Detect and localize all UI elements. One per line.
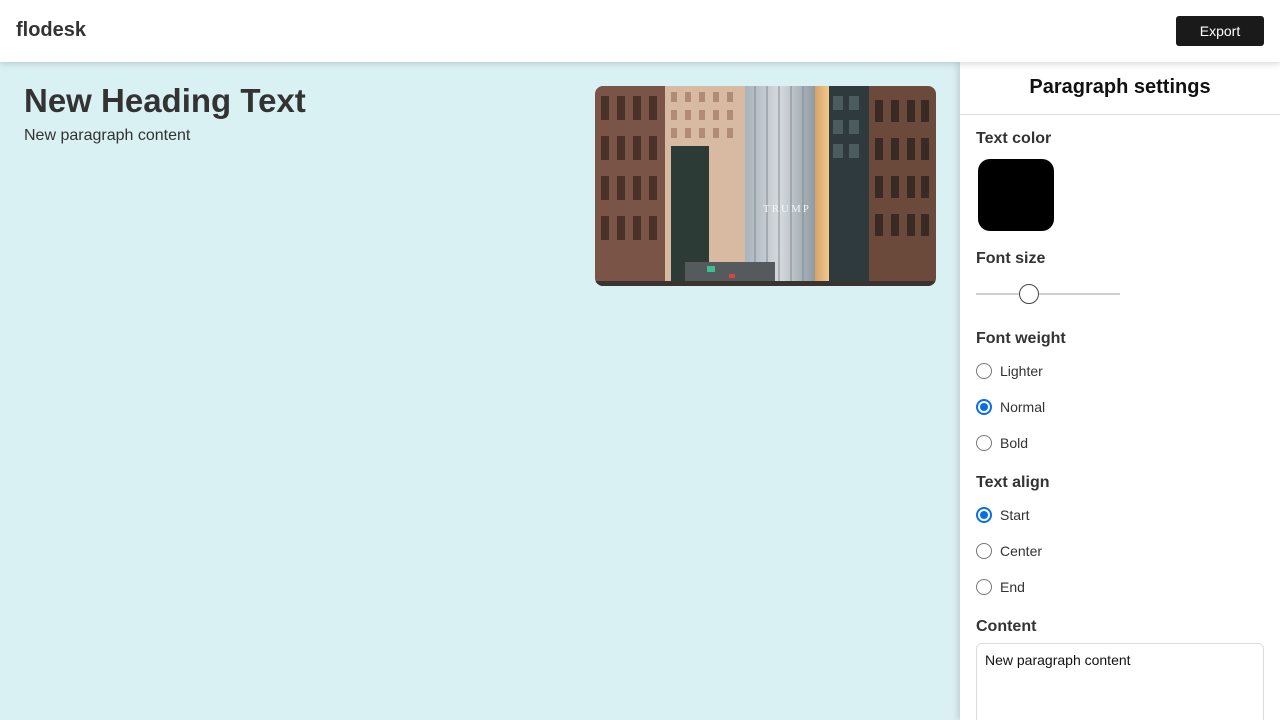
radio-button[interactable] — [976, 363, 992, 379]
font-size-slider[interactable] — [976, 283, 1120, 305]
radio-label: Lighter — [1000, 363, 1043, 379]
text-color-label: Text color — [976, 130, 1052, 147]
content-label: Content — [976, 618, 1037, 635]
font-weight-option-normal[interactable]: Normal — [976, 397, 1045, 417]
radio-label: Center — [1000, 543, 1043, 559]
export-button[interactable]: Export — [1176, 16, 1264, 46]
slider-track — [976, 293, 1120, 295]
radio-label: End — [1000, 579, 1025, 595]
text-align-option-center[interactable]: Center — [976, 541, 1042, 561]
slider-thumb[interactable] — [1019, 284, 1039, 304]
radio-button[interactable] — [976, 579, 992, 595]
panel-title: Paragraph settings — [960, 62, 1280, 115]
radio-button[interactable] — [976, 543, 992, 559]
canvas-heading[interactable]: New Heading Text — [24, 82, 306, 120]
font-weight-option-lighter[interactable]: Lighter — [976, 361, 1043, 381]
top-bar: flodesk Export — [0, 0, 1280, 62]
trump-sign: TRUMP — [763, 203, 811, 215]
radio-button[interactable] — [976, 435, 992, 451]
text-align-option-end[interactable]: End — [976, 577, 1025, 597]
font-size-label: Font size — [976, 250, 1046, 267]
radio-button[interactable] — [976, 399, 992, 415]
font-weight-option-bold[interactable]: Bold — [976, 433, 1028, 453]
app-logo: flodesk — [16, 19, 87, 41]
canvas-paragraph[interactable]: New paragraph content — [24, 127, 190, 145]
radio-label: Start — [1000, 507, 1030, 523]
text-color-swatch[interactable] — [978, 159, 1054, 231]
settings-panel: Paragraph settings Text color Font size … — [960, 62, 1280, 720]
radio-button[interactable] — [976, 507, 992, 523]
city-street-image[interactable]: TRUMP — [595, 86, 936, 286]
text-align-option-start[interactable]: Start — [976, 505, 1030, 525]
text-align-label: Text align — [976, 474, 1050, 491]
radio-label: Normal — [1000, 399, 1046, 415]
radio-label: Bold — [1000, 435, 1029, 451]
font-weight-label: Font weight — [976, 330, 1066, 347]
editor-canvas: New Heading Text New paragraph content T… — [0, 62, 960, 720]
content-textarea[interactable]: New paragraph content — [976, 643, 1264, 720]
